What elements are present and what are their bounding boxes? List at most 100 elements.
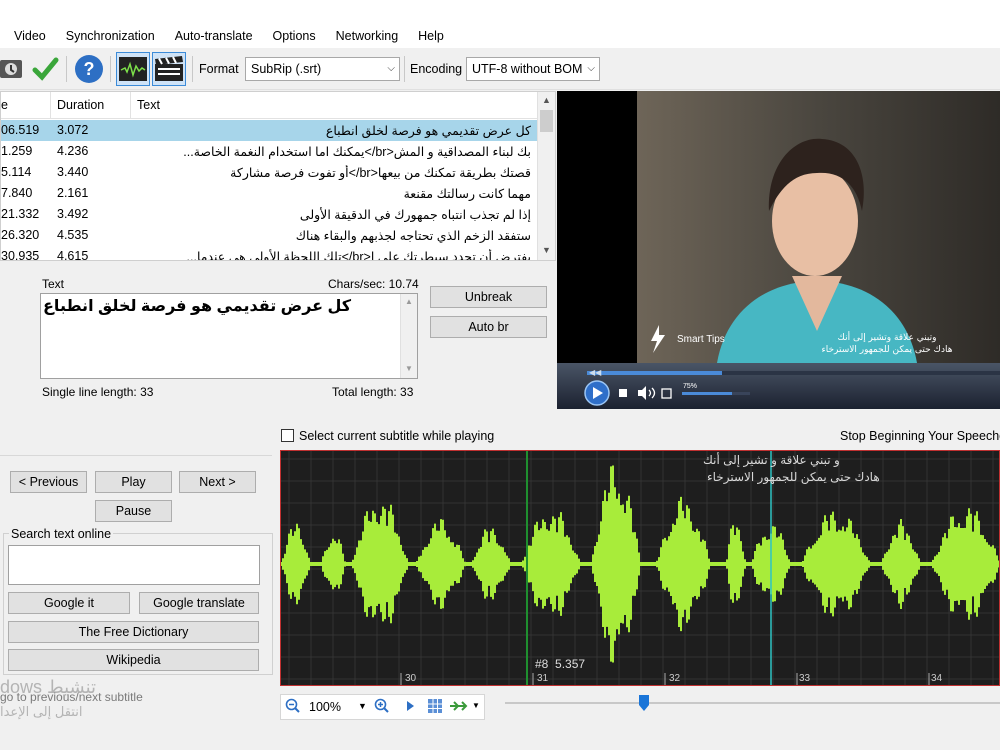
smart-tips-watermark: Smart Tips xyxy=(677,334,725,345)
waveform-toggle-icon[interactable] xyxy=(116,52,150,86)
column-divider xyxy=(130,92,131,119)
forward-arrows-icon[interactable] xyxy=(449,699,469,716)
select-current-checkbox[interactable] xyxy=(281,429,294,442)
search-text-input[interactable] xyxy=(8,545,260,585)
video-frame: وتبني علاقة وتشير إلى أنك هادك حتى يمكن … xyxy=(557,91,1000,409)
row-start: 30.935 xyxy=(1,249,40,261)
scroll-up-icon[interactable]: ▲ xyxy=(405,297,413,306)
play-selection-icon[interactable] xyxy=(403,699,417,716)
encoding-label: Encoding xyxy=(410,62,463,76)
encoding-value: UTF-8 without BOM xyxy=(472,62,583,76)
next-button[interactable]: Next > xyxy=(179,471,256,493)
column-start[interactable]: e xyxy=(1,98,8,112)
menu-auto-translate[interactable]: Auto-translate xyxy=(165,24,263,48)
rewind-icon: ◀◀ xyxy=(589,368,602,377)
scroll-up-icon[interactable]: ▲ xyxy=(542,95,551,105)
svg-text:?: ? xyxy=(84,59,95,79)
visual-sync-icon[interactable] xyxy=(0,52,28,86)
format-select[interactable]: SubRip (.srt) ⌵ xyxy=(245,57,400,81)
toolbar-separator xyxy=(192,56,193,82)
help-icon[interactable]: ? xyxy=(72,52,106,86)
subtitle-text-editor[interactable]: كل عرض تقديمي هو فرصة لخلق انطباع ▲ ▼ xyxy=(40,293,418,379)
waveform-panel[interactable]: و تبني علاقة و تشير إلى أنك هادك حتى يمك… xyxy=(280,450,1000,686)
table-row[interactable]: 1.259 4.236 بك لبناء المصداقية و المش<br/>… xyxy=(1,141,537,162)
row-duration: 4.236 xyxy=(57,144,89,158)
row-text: مهما كانت رسالتك مقنعة xyxy=(403,187,531,201)
toolbar-separator xyxy=(66,56,67,82)
toolbar-separator xyxy=(404,56,405,82)
row-duration: 4.535 xyxy=(57,228,89,242)
subtitle-text-value: كل عرض تقديمي هو فرصة لخلق انطباع xyxy=(43,298,352,315)
audio-waveform xyxy=(281,465,999,663)
select-current-label: Select current subtitle while playing xyxy=(299,429,495,443)
waveform-canvas xyxy=(281,451,999,685)
video-player[interactable]: وتبني علاقة وتشير إلى أنك هادك حتى يمكن … xyxy=(557,91,1000,409)
chevron-down-icon[interactable]: ▼ xyxy=(472,701,480,710)
row-start: 26.320 xyxy=(1,228,40,242)
row-start: 5.114 xyxy=(1,165,32,179)
title-strip xyxy=(0,0,1000,24)
wikipedia-button[interactable]: Wikipedia xyxy=(8,649,259,671)
row-start: 06.519 xyxy=(1,123,40,137)
time-tick-30: 30 xyxy=(405,673,417,684)
encoding-select[interactable]: UTF-8 without BOM ⌵ xyxy=(466,57,600,81)
format-value: SubRip (.srt) xyxy=(251,62,322,76)
chevron-down-icon[interactable]: ▼ xyxy=(358,701,367,711)
scroll-thumb[interactable] xyxy=(540,110,553,132)
time-tick-33: 33 xyxy=(799,673,811,684)
free-dictionary-button[interactable]: The Free Dictionary xyxy=(8,621,259,643)
video-toggle-icon[interactable] xyxy=(152,52,186,86)
auto-br-button[interactable]: Auto br xyxy=(430,316,547,338)
total-length: Total length: 33 xyxy=(332,385,414,399)
pause-button[interactable]: Pause xyxy=(95,500,172,522)
table-row[interactable]: 5.114 3.440 قصتك بطريقة تمكنك من بيعها<br/… xyxy=(1,162,537,183)
table-row[interactable]: 7.840 2.161 مهما كانت رسالتك مقنعة xyxy=(1,183,537,204)
menu-options[interactable]: Options xyxy=(263,24,326,48)
chevron-down-icon: ⌵ xyxy=(387,63,395,74)
waveform-subtitle-line2: هادك حتى يمكن للجمهور الاسترخاء xyxy=(707,470,880,484)
search-online-label: Search text online xyxy=(9,527,114,541)
subtitle-grid[interactable]: e Duration Text 06.519 3.072 كل عرض تقديمي… xyxy=(0,91,556,261)
video-subtitle-line1: وتبني علاقة وتشير إلى أنك xyxy=(838,331,937,343)
scroll-down-icon[interactable]: ▼ xyxy=(542,245,551,255)
zoom-out-icon[interactable] xyxy=(285,698,301,717)
grid-view-icon[interactable] xyxy=(427,698,443,717)
menu-synchronization[interactable]: Synchronization xyxy=(56,24,165,48)
google-translate-button[interactable]: Google translate xyxy=(139,592,259,614)
position-slider-thumb[interactable] xyxy=(639,695,649,711)
table-row[interactable]: 26.320 4.535 ستفقد الزخم الذي تحتاجه لجذبه… xyxy=(1,225,537,246)
grid-scrollbar[interactable]: ▲ ▼ xyxy=(537,92,555,260)
menu-help[interactable]: Help xyxy=(408,24,454,48)
row-duration: 3.492 xyxy=(57,207,89,221)
volume-percent: 75% xyxy=(683,383,697,390)
menu-bar: Video Synchronization Auto-translate Opt… xyxy=(0,24,1000,48)
chars-per-second: Chars/sec: 10.74 xyxy=(328,277,419,291)
row-text: بك لبناء المصداقية و المش<br/>يمكنك اما … xyxy=(183,145,531,159)
column-duration[interactable]: Duration xyxy=(57,98,104,112)
spell-check-icon[interactable] xyxy=(28,52,62,86)
zoom-value[interactable]: 100% xyxy=(309,700,341,714)
position-slider-track[interactable] xyxy=(505,702,1000,704)
time-tick-32: 32 xyxy=(669,673,681,684)
column-text[interactable]: Text xyxy=(137,98,160,112)
waveform-marker-label: #8 5.357 xyxy=(535,657,586,671)
table-row[interactable]: 30.935 4.615 بفترض أن تحدد سيطرتك على ا<br… xyxy=(1,246,537,261)
stop-icon xyxy=(619,389,627,397)
bottom-hint-arabic: انتقل إلى الإعدا xyxy=(0,704,83,719)
divider xyxy=(0,455,272,456)
table-row[interactable]: 06.519 3.072 كل عرض تقديمي هو فرصة لخلق ان… xyxy=(1,120,537,141)
table-row[interactable]: 21.332 3.492 إذا لم تجذب انتباه جمهورك في … xyxy=(1,204,537,225)
editor-scrollbar[interactable]: ▲ ▼ xyxy=(400,294,417,378)
scroll-down-icon[interactable]: ▼ xyxy=(405,364,413,373)
row-start: 1.259 xyxy=(1,144,33,158)
menu-video[interactable]: Video xyxy=(0,24,56,48)
previous-button[interactable]: < Previous xyxy=(10,471,87,493)
row-duration: 3.440 xyxy=(57,165,89,179)
unbreak-button[interactable]: Unbreak xyxy=(430,286,547,308)
toolbar-separator xyxy=(110,56,111,82)
time-tick-34: 34 xyxy=(931,673,943,684)
menu-networking[interactable]: Networking xyxy=(326,24,409,48)
play-button[interactable]: Play xyxy=(95,471,172,493)
google-it-button[interactable]: Google it xyxy=(8,592,130,614)
zoom-in-icon[interactable] xyxy=(374,698,390,717)
